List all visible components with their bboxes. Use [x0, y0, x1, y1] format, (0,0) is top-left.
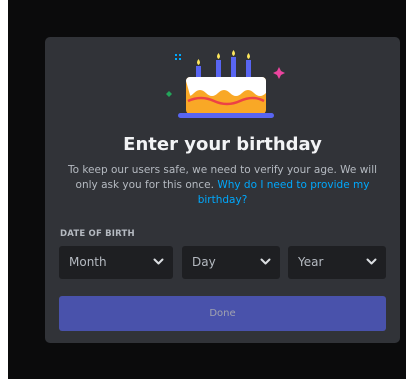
modal-description: To keep our users safe, we need to verif…	[58, 163, 387, 208]
chevron-down-icon	[153, 258, 164, 265]
page-edge-right	[406, 0, 418, 379]
date-of-birth-label: DATE OF BIRTH	[60, 229, 135, 239]
day-select[interactable]: Day	[182, 246, 280, 279]
modal-title: Enter your birthday	[123, 134, 322, 155]
year-select[interactable]: Year	[288, 246, 386, 279]
chevron-down-icon	[366, 258, 377, 265]
year-select-value: Year	[298, 255, 324, 269]
chevron-down-icon	[260, 258, 271, 265]
page-edge-left	[0, 0, 8, 379]
birthday-cake-icon	[166, 50, 285, 118]
month-select-value: Month	[69, 255, 107, 269]
why-provide-birthday-link[interactable]: Why do I need to provide my birthday?	[198, 179, 370, 206]
month-select[interactable]: Month	[59, 246, 173, 279]
done-button[interactable]: Done	[59, 296, 386, 331]
day-select-value: Day	[192, 255, 216, 269]
